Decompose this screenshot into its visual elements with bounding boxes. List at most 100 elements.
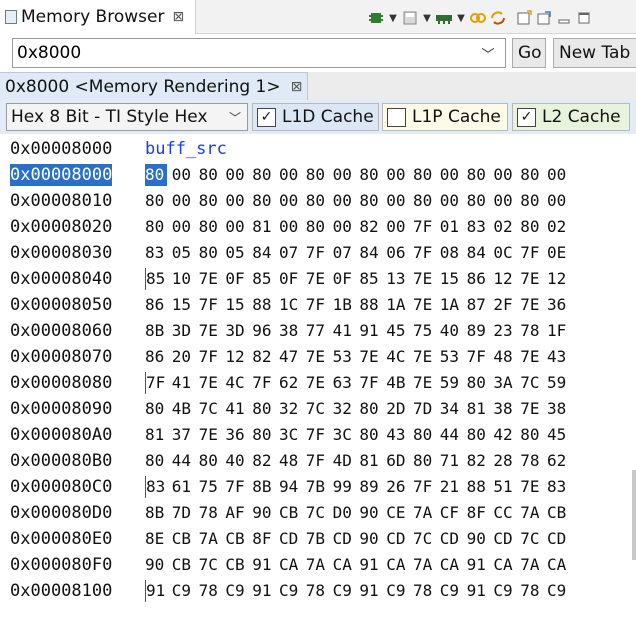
memory-byte[interactable]: 2D (386, 398, 408, 420)
memory-byte[interactable]: 00 (225, 164, 247, 186)
memory-byte[interactable]: 00 (172, 216, 194, 238)
memory-byte[interactable]: 80 (199, 450, 221, 472)
memory-byte[interactable]: 81 (359, 450, 381, 472)
memory-byte[interactable]: 7E (413, 372, 435, 394)
format-select[interactable]: Hex 8 Bit - TI Style Hex ﹀ (6, 103, 248, 131)
memory-byte[interactable]: 80 (413, 164, 435, 186)
memory-byte[interactable]: 05 (172, 242, 194, 264)
memory-byte[interactable]: 13 (386, 268, 408, 290)
memory-byte[interactable]: 7E (199, 424, 221, 446)
memory-byte[interactable]: 7F (199, 294, 221, 316)
memory-byte[interactable]: 86 (467, 268, 489, 290)
memory-byte[interactable]: 7F (359, 372, 381, 394)
load-memory-dropdown-icon[interactable]: ▼ (454, 8, 468, 28)
memory-byte[interactable]: CB (547, 502, 569, 524)
memory-byte[interactable]: 44 (440, 424, 462, 446)
memory-byte[interactable]: 02 (547, 216, 569, 238)
memory-byte[interactable]: 80 (413, 450, 435, 472)
memory-byte[interactable]: 82 (252, 346, 274, 368)
memory-rendering-tab[interactable]: 0x8000 <Memory Rendering 1> ⊠ (0, 72, 308, 100)
memory-byte[interactable]: 83 (467, 216, 489, 238)
memory-byte[interactable]: 7C (199, 398, 221, 420)
memory-byte[interactable]: 06 (386, 242, 408, 264)
memory-byte[interactable]: 7F (520, 242, 542, 264)
memory-byte[interactable]: 82 (359, 216, 381, 238)
memory-byte[interactable]: 86 (145, 294, 167, 316)
memory-byte[interactable]: 89 (467, 320, 489, 342)
memory-byte[interactable]: 81 (252, 216, 274, 238)
new-tab-button[interactable]: New Tab (553, 38, 636, 68)
memory-byte[interactable]: 45 (547, 424, 569, 446)
memory-byte[interactable]: 88 (252, 294, 274, 316)
link-icon[interactable] (468, 8, 488, 28)
memory-byte[interactable]: 91 (145, 580, 167, 602)
memory-byte[interactable]: 82 (467, 450, 489, 472)
memory-byte[interactable]: 91 (252, 580, 274, 602)
memory-byte[interactable]: 47 (279, 346, 301, 368)
memory-byte[interactable]: 51 (493, 476, 515, 498)
memory-byte[interactable]: 80 (252, 190, 274, 212)
memory-byte[interactable]: C9 (279, 580, 301, 602)
memory-byte[interactable]: C9 (547, 580, 569, 602)
memory-byte[interactable]: CA (493, 554, 515, 576)
memory-byte[interactable]: 00 (279, 216, 301, 238)
memory-byte[interactable]: 7E (413, 346, 435, 368)
memory-byte[interactable]: 96 (252, 320, 274, 342)
memory-byte[interactable]: CB (279, 502, 301, 524)
memory-byte[interactable]: 84 (252, 242, 274, 264)
memory-byte[interactable]: 7F (145, 372, 167, 394)
l1d-cache-toggle[interactable]: ✓ L1D Cache (252, 103, 379, 131)
memory-byte[interactable]: 7E (199, 320, 221, 342)
memory-byte[interactable]: 7E (520, 268, 542, 290)
memory-byte[interactable]: 7A (413, 554, 435, 576)
memory-byte[interactable]: 43 (547, 346, 569, 368)
memory-byte[interactable]: 4C (225, 372, 247, 394)
memory-byte[interactable]: 40 (225, 450, 247, 472)
memory-byte[interactable]: 80 (252, 164, 274, 186)
memory-byte[interactable]: 44 (172, 450, 194, 472)
memory-byte[interactable]: 41 (225, 398, 247, 420)
memory-byte[interactable]: CA (386, 554, 408, 576)
memory-byte[interactable]: 34 (440, 398, 462, 420)
save-memory-icon[interactable] (400, 8, 420, 28)
memory-byte[interactable]: 83 (145, 242, 167, 264)
chevron-down-icon[interactable]: ﹀ (229, 109, 241, 126)
memory-byte[interactable]: CE (386, 502, 408, 524)
memory-byte[interactable]: 00 (493, 164, 515, 186)
memory-byte[interactable]: 00 (333, 216, 355, 238)
memory-byte[interactable]: CA (547, 554, 569, 576)
memory-byte[interactable]: 86 (145, 346, 167, 368)
memory-byte[interactable]: 80 (199, 190, 221, 212)
memory-byte[interactable]: 53 (440, 346, 462, 368)
memory-byte[interactable]: 62 (279, 372, 301, 394)
memory-byte[interactable]: 78 (199, 580, 221, 602)
memory-byte[interactable]: 80 (145, 164, 167, 186)
memory-byte[interactable]: C9 (225, 580, 247, 602)
memory-byte[interactable]: 85 (359, 268, 381, 290)
memory-byte[interactable]: CF (440, 502, 462, 524)
memory-byte[interactable]: 7A (306, 554, 328, 576)
memory-byte[interactable]: 7A (520, 502, 542, 524)
memory-byte[interactable]: AF (225, 502, 247, 524)
memory-byte[interactable]: 00 (279, 164, 301, 186)
memory-byte[interactable]: 75 (199, 476, 221, 498)
memory-byte[interactable]: 12 (547, 268, 569, 290)
memory-byte[interactable]: 32 (279, 398, 301, 420)
memory-byte[interactable]: 32 (333, 398, 355, 420)
memory-byte[interactable]: 3C (333, 424, 355, 446)
memory-browser-tab[interactable]: Memory Browser ⊠ (0, 0, 196, 34)
new-view-icon[interactable] (514, 8, 534, 28)
memory-byte[interactable]: 41 (172, 372, 194, 394)
pin-icon[interactable] (534, 8, 554, 28)
memory-byte[interactable]: 7E (520, 398, 542, 420)
memory-byte[interactable]: 7E (199, 372, 221, 394)
memory-byte[interactable]: 1F (547, 320, 569, 342)
l1p-cache-toggle[interactable]: L1P Cache (382, 103, 508, 131)
memory-byte[interactable]: 00 (279, 190, 301, 212)
memory-byte[interactable]: 00 (493, 190, 515, 212)
memory-byte[interactable]: 90 (359, 528, 381, 550)
memory-byte[interactable]: 1A (386, 294, 408, 316)
memory-byte[interactable]: 37 (172, 424, 194, 446)
memory-byte[interactable]: 80 (252, 398, 274, 420)
memory-byte[interactable]: 7B (306, 476, 328, 498)
